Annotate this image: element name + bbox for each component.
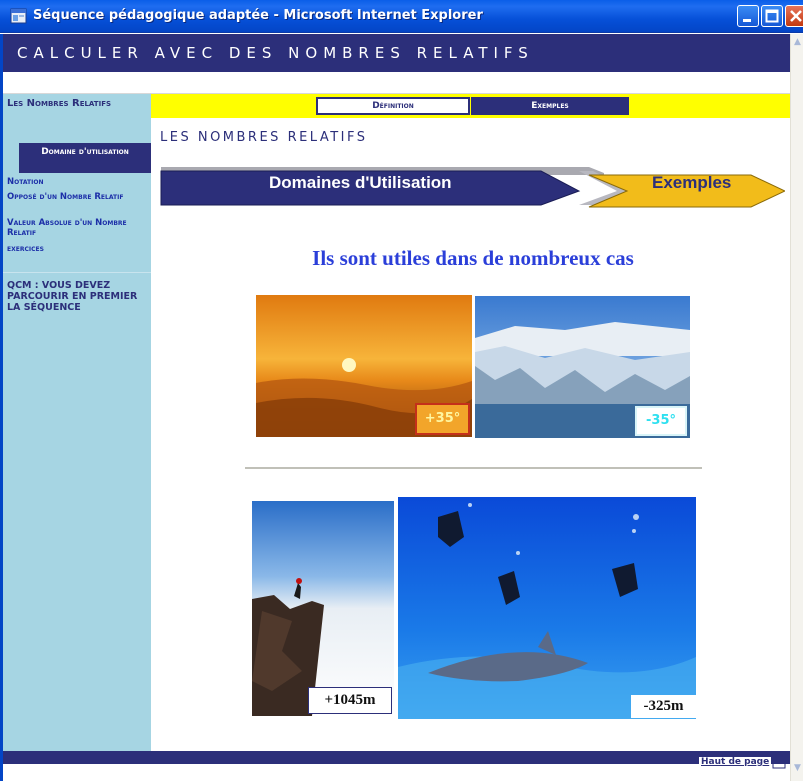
vertical-scrollbar[interactable]: ▲ ▼ — [790, 34, 803, 781]
section-heading: LES NOMBRES RELATIFS — [160, 130, 368, 145]
window-title-bar: Séquence pédagogique adaptée - Microsoft… — [0, 0, 803, 33]
footer-stripe — [3, 751, 790, 764]
close-icon — [790, 10, 802, 22]
close-button[interactable] — [785, 5, 803, 27]
section-banner: Domaines d'Utilisation Exemples — [159, 161, 787, 211]
back-to-top-link[interactable]: Haut de page — [699, 757, 772, 767]
glacier-photo: -35° — [475, 296, 690, 438]
sidebar-item-oppose[interactable]: Opposé d'un Nombre Relatif — [7, 192, 149, 202]
arrow-up-icon[interactable] — [771, 751, 787, 769]
browser-page: CALCULER AVEC DES NOMBRES RELATIFS Les N… — [0, 34, 790, 781]
scuba-diver-shark-photo: -325m — [398, 497, 696, 719]
banner-label-exemples: Exemples — [652, 173, 732, 192]
sidebar-item-domaine-utilisation[interactable]: Domaine d'utilisation — [19, 143, 151, 173]
minimize-icon — [743, 19, 751, 22]
sidebar-item-valeur-absolue[interactable]: Valeur Absolue d'un Nombre Relatif — [7, 218, 149, 238]
scroll-up-icon[interactable]: ▲ — [792, 36, 803, 49]
sidebar: Les Nombres Relatifs Domaine d'utilisati… — [3, 94, 151, 751]
tab-exemples[interactable]: Exemples — [471, 97, 629, 115]
sidebar-divider — [3, 272, 151, 273]
horizontal-divider — [245, 467, 702, 469]
sidebar-item-notation[interactable]: Notation — [7, 177, 149, 187]
main-headline: Ils sont utiles dans de nombreux cas — [312, 246, 634, 270]
sidebar-qcm-link[interactable]: QCM : VOUS DEVEZ PARCOURIR EN PREMIER LA… — [7, 280, 149, 313]
temperature-hot-label: +35° — [415, 403, 470, 435]
sidebar-title[interactable]: Les Nombres Relatifs — [7, 98, 127, 110]
temperature-cold-label: -35° — [635, 406, 687, 436]
mountain-climber-photo: +1045m — [252, 501, 394, 716]
site-title: CALCULER AVEC DES NOMBRES RELATIFS — [17, 44, 534, 62]
ie-window-icon — [10, 8, 27, 24]
sidebar-item-exercices[interactable]: exercices — [7, 244, 149, 254]
page-footer: Haut de page — [3, 751, 790, 781]
scroll-down-icon[interactable]: ▼ — [792, 762, 803, 775]
tab-bar: Définition Exemples — [151, 94, 790, 118]
header-spacer — [3, 72, 790, 94]
minimize-button[interactable] — [737, 5, 759, 27]
window-title: Séquence pédagogique adaptée - Microsoft… — [33, 8, 483, 23]
desert-sunset-photo: +35° — [256, 295, 472, 437]
maximize-icon — [765, 9, 779, 23]
depth-label: -325m — [631, 695, 696, 718]
site-header: CALCULER AVEC DES NOMBRES RELATIFS — [3, 34, 790, 72]
altitude-label: +1045m — [308, 687, 392, 714]
maximize-button[interactable] — [761, 5, 783, 27]
banner-label-domaines: Domaines d'Utilisation — [269, 173, 452, 192]
tab-definition[interactable]: Définition — [316, 97, 470, 115]
